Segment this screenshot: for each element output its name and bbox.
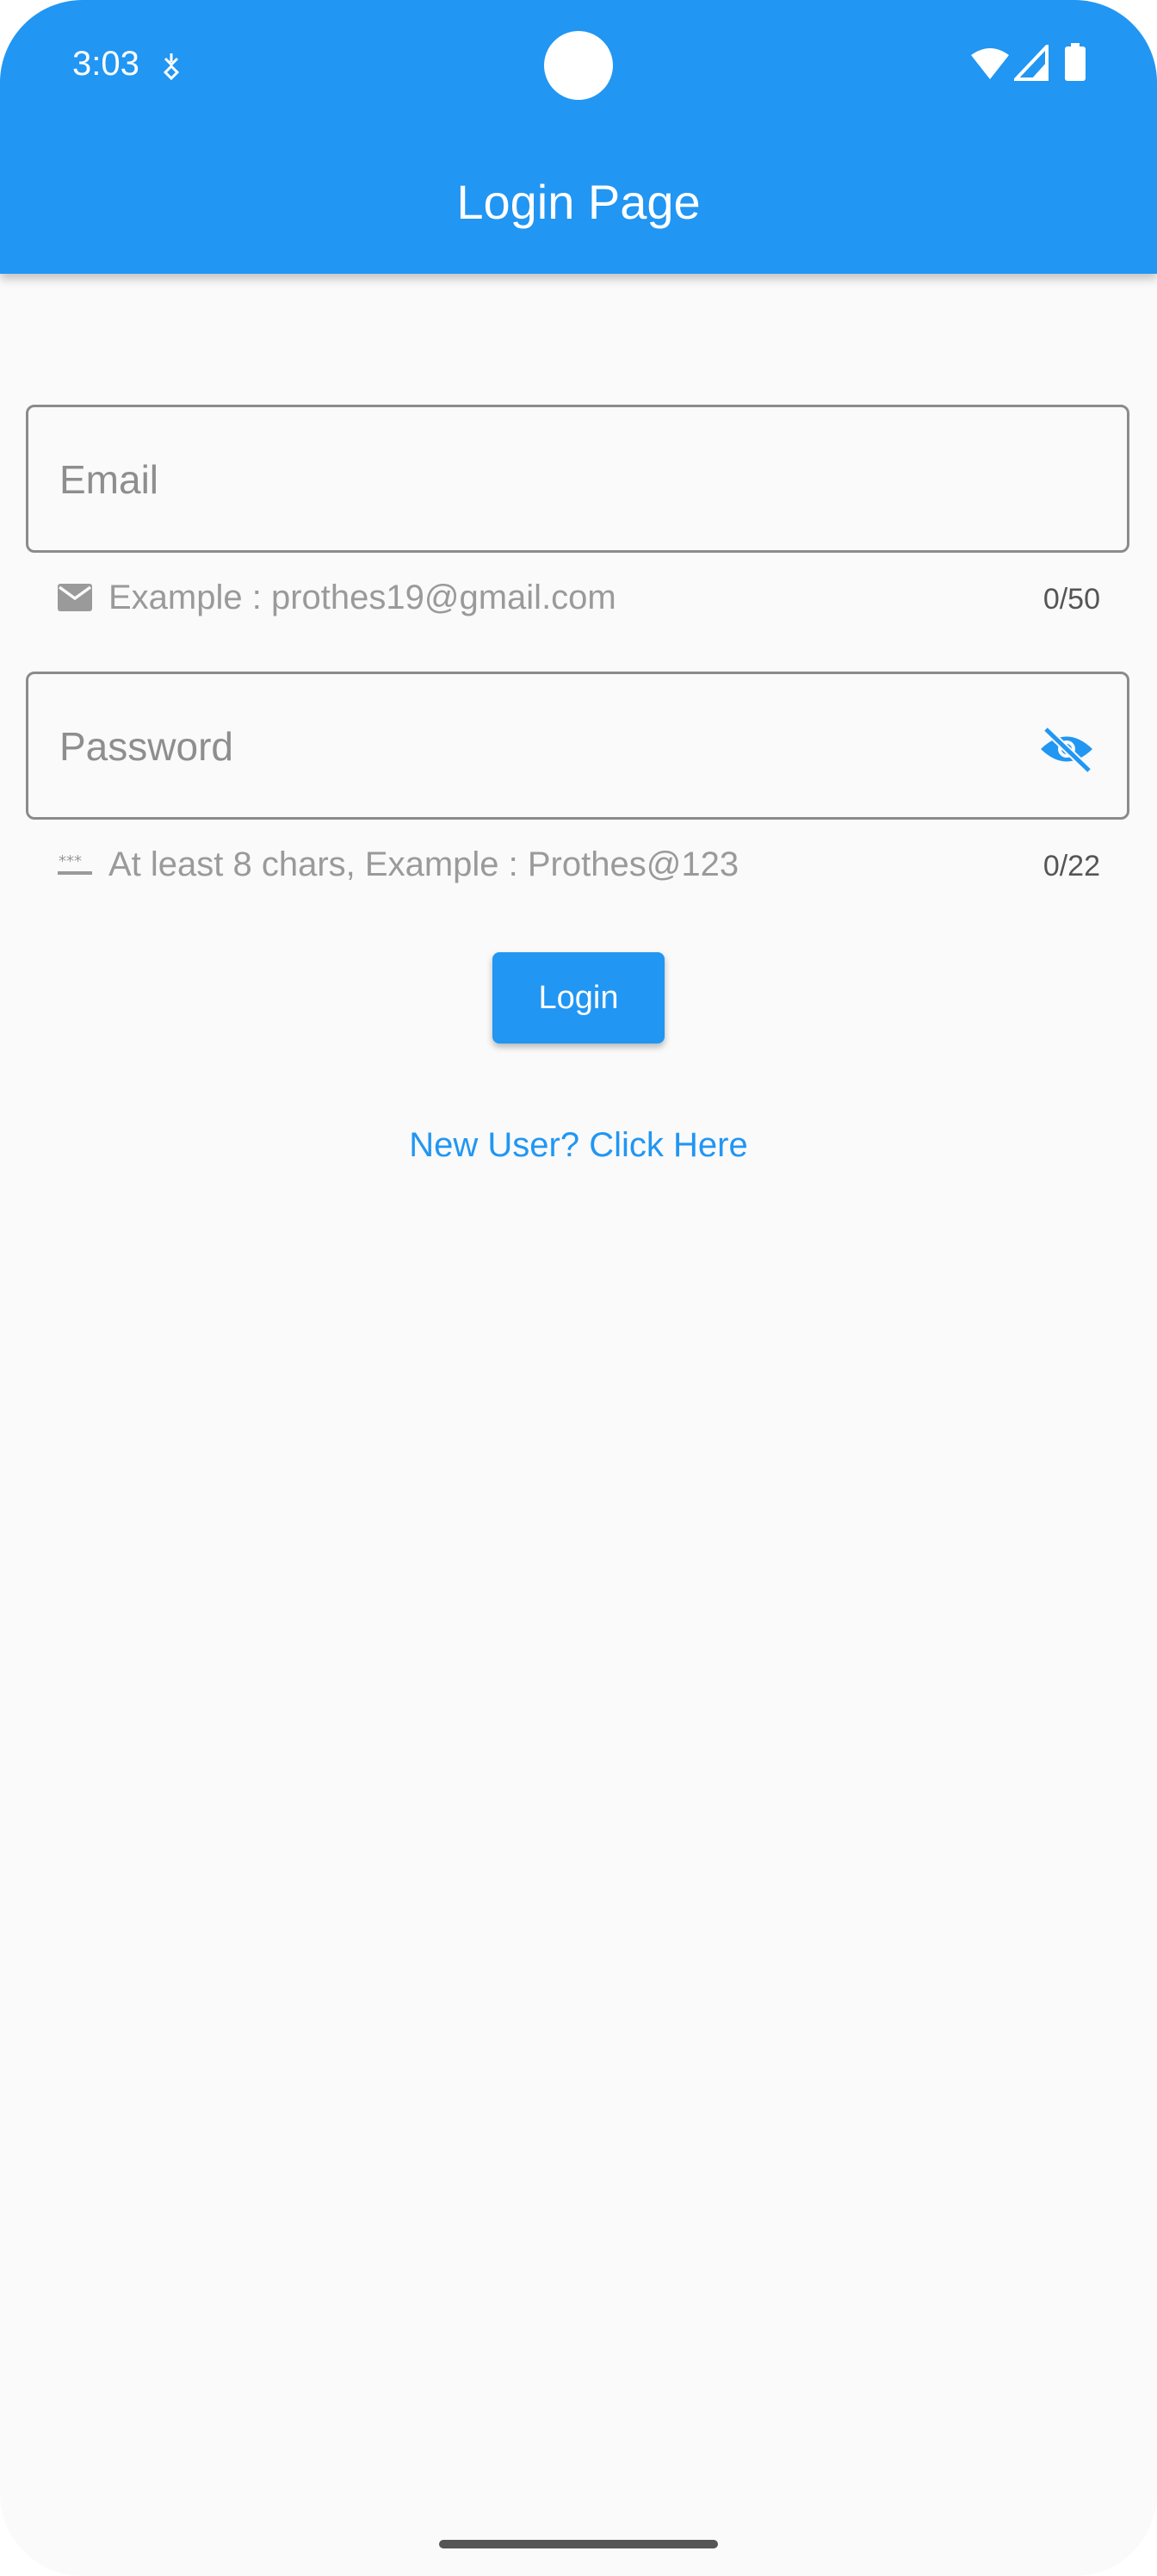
password-dots-icon: ***: [58, 852, 92, 875]
status-time: 3:03: [72, 45, 139, 83]
email-input[interactable]: [59, 452, 1006, 507]
email-helper-text: Example : prothes19@gmail.com: [108, 579, 616, 616]
signal-icon: [1014, 45, 1049, 81]
app-bar: 3:03 Login Page: [0, 0, 1157, 274]
page-title: Login Page: [456, 175, 701, 229]
email-helper: Example : prothes19@gmail.com 0/50: [57, 572, 1100, 623]
password-helper: *** At least 8 chars, Example : Prothes@…: [57, 839, 1100, 890]
password-char-counter: 0/22: [1043, 850, 1100, 882]
email-field[interactable]: [26, 405, 1129, 553]
email-char-counter: 0/50: [1043, 583, 1100, 616]
battery-icon: [1065, 43, 1086, 81]
phone-screen: 3:03 Login Page Example : prothes19@gmai…: [0, 0, 1157, 2576]
home-indicator[interactable]: [439, 2540, 718, 2548]
eye-off-icon[interactable]: [1037, 724, 1096, 774]
wifi-icon: [971, 48, 1009, 79]
password-field[interactable]: [26, 672, 1129, 820]
password-helper-text: At least 8 chars, Example : Prothes@123: [108, 845, 739, 883]
login-button[interactable]: Login: [492, 952, 665, 1043]
new-user-link[interactable]: New User? Click Here: [0, 1119, 1157, 1171]
camera-cutout: [544, 31, 613, 100]
svg-text:***: ***: [59, 852, 82, 870]
password-input[interactable]: [59, 719, 1006, 774]
data-saver-icon: [163, 53, 180, 81]
email-icon: [58, 584, 92, 611]
